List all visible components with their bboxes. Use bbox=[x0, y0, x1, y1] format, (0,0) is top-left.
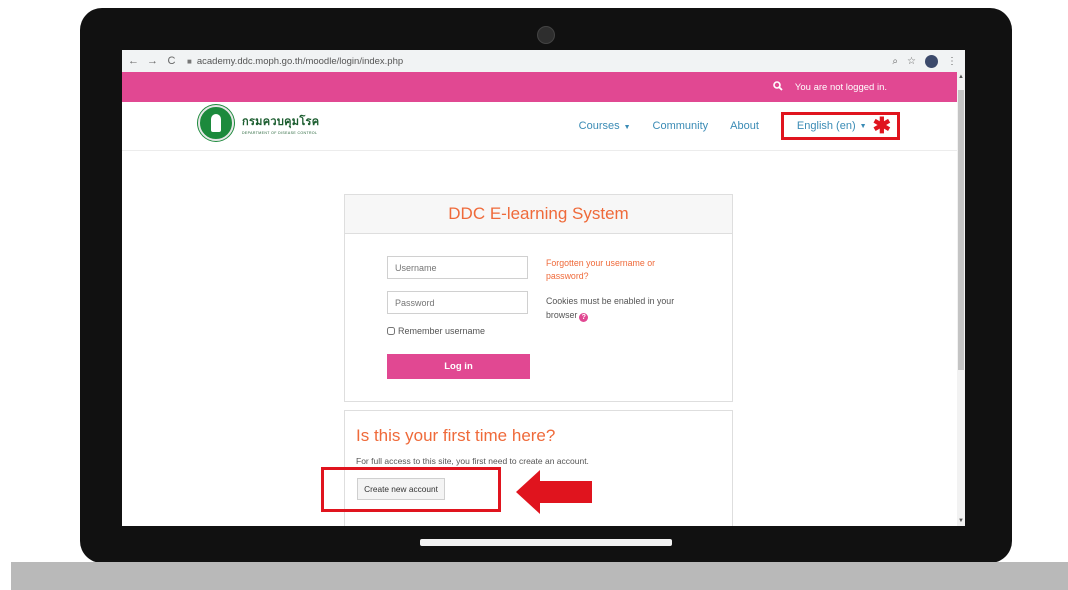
back-arrow-icon[interactable]: ← bbox=[126, 55, 141, 67]
red-left-arrow-icon bbox=[516, 470, 592, 514]
password-input[interactable] bbox=[387, 291, 528, 314]
webcam bbox=[537, 26, 555, 44]
address-bar[interactable]: ■ academy.ddc.moph.go.th/moodle/login/in… bbox=[187, 53, 887, 69]
language-label: English (en) bbox=[796, 120, 856, 132]
first-time-description: For full access to this site, you first … bbox=[356, 456, 589, 466]
logo-thai-text: กรมควบคุมโรค bbox=[242, 115, 320, 128]
site-top-bar: You are not logged in. bbox=[122, 72, 957, 102]
username-input[interactable] bbox=[387, 256, 528, 279]
remember-username-label: Remember username bbox=[398, 326, 486, 336]
search-icon[interactable] bbox=[773, 80, 783, 94]
nav-about[interactable]: About bbox=[730, 120, 759, 132]
forward-arrow-icon[interactable]: → bbox=[145, 55, 160, 67]
ddc-seal-icon bbox=[198, 105, 234, 141]
ddc-logo[interactable]: กรมควบคุมโรค DEPARTMENT OF DISEASE CONTR… bbox=[198, 105, 319, 141]
main-menu: Courses ▼ Community About English (en) ▼ … bbox=[557, 102, 957, 150]
lock-icon: ■ bbox=[187, 56, 192, 66]
language-selector[interactable]: English (en) ▼ ✱ bbox=[780, 112, 900, 140]
site-navbar: กรมควบคุมโรค DEPARTMENT OF DISEASE CONTR… bbox=[122, 102, 957, 151]
caret-down-icon: ▼ bbox=[623, 124, 631, 131]
bookmark-star-icon[interactable]: ☆ bbox=[907, 56, 916, 67]
page-scrollbar[interactable]: ▲ ▼ bbox=[957, 72, 965, 526]
login-card-title: DDC E-learning System bbox=[345, 195, 732, 234]
nav-courses[interactable]: Courses ▼ bbox=[579, 120, 631, 132]
asterisk-annotation-icon: ✱ bbox=[872, 113, 891, 138]
laptop-hinge bbox=[420, 539, 672, 546]
scroll-down-icon[interactable]: ▼ bbox=[958, 518, 964, 524]
profile-avatar-icon[interactable] bbox=[925, 54, 938, 68]
login-card: DDC E-learning System Remember username … bbox=[344, 194, 733, 402]
scroll-up-icon[interactable]: ▲ bbox=[958, 74, 964, 80]
browser-toolbar: ← → C ■ academy.ddc.moph.go.th/moodle/lo… bbox=[122, 50, 965, 73]
logo-english-text: DEPARTMENT OF DISEASE CONTROL bbox=[242, 130, 318, 135]
zoom-icon[interactable]: ⌕ bbox=[892, 56, 898, 67]
login-status-text: You are not logged in. bbox=[794, 81, 887, 93]
first-time-heading: Is this your first time here? bbox=[356, 426, 556, 445]
nav-community[interactable]: Community bbox=[653, 120, 709, 132]
login-button[interactable]: Log in bbox=[387, 354, 530, 379]
browser-menu-icon[interactable]: ⋮ bbox=[947, 56, 957, 67]
forgot-password-link[interactable]: Forgotten your username or password? bbox=[546, 257, 681, 283]
reload-icon[interactable]: C bbox=[164, 55, 179, 67]
browser-window: ← → C ■ academy.ddc.moph.go.th/moodle/lo… bbox=[122, 50, 965, 526]
browser-actions: ⌕ ☆ ⋮ bbox=[892, 54, 965, 68]
remember-username-row[interactable]: Remember username bbox=[387, 326, 485, 336]
remember-username-checkbox[interactable] bbox=[387, 327, 395, 335]
help-question-icon[interactable]: ? bbox=[579, 313, 589, 322]
caret-down-icon: ▼ bbox=[859, 122, 867, 130]
laptop-base bbox=[11, 562, 1068, 590]
url-text: academy.ddc.moph.go.th/moodle/login/inde… bbox=[196, 55, 404, 67]
cookies-notice: Cookies must be enabled in your browser? bbox=[546, 296, 675, 322]
scrollbar-thumb[interactable] bbox=[958, 90, 964, 370]
create-account-highlight-box bbox=[321, 467, 501, 512]
